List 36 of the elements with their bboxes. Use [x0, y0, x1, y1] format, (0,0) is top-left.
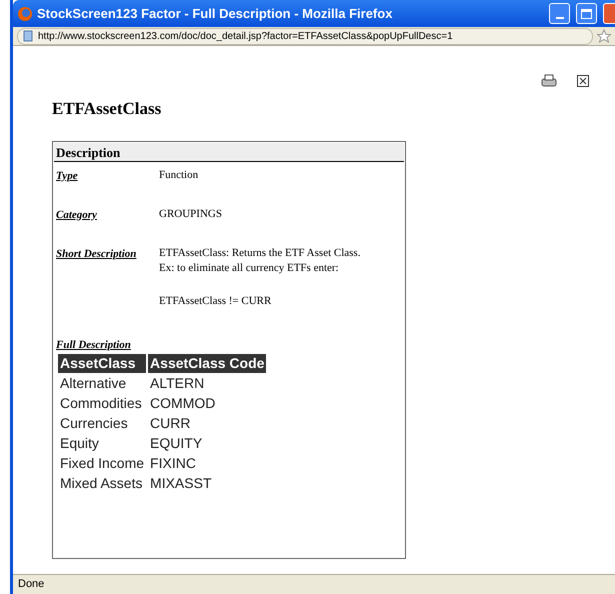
- close-icon[interactable]: [577, 75, 589, 87]
- field-label: Category: [56, 208, 98, 222]
- field-value: Function: [159, 168, 198, 182]
- address-field[interactable]: http://www.stockscreen123.com/doc/doc_detail.jsp?factor=ETFAssetClass&popUpFullDesc=1: [17, 28, 593, 44]
- page-icon: [22, 30, 34, 42]
- table-cell-text: EQUITY: [149, 434, 204, 453]
- field-label: Full Description: [55, 338, 132, 352]
- field-label: Type: [56, 168, 79, 184]
- close-button[interactable]: [603, 3, 615, 24]
- field-label: Short Description: [56, 246, 138, 262]
- table-cell-text: CURR: [149, 414, 192, 433]
- minimize-button[interactable]: [549, 3, 570, 24]
- maximize-button[interactable]: [576, 3, 597, 24]
- table-cell-text: FIXINC: [149, 454, 197, 473]
- section-header: Description: [54, 142, 404, 162]
- field-value: ETFAssetClass: Returns the ETF Asset Class.: [159, 246, 360, 260]
- table-cell-text: ALTERN: [149, 374, 206, 393]
- table-cell-text: MIXASST: [149, 474, 213, 493]
- table-cell-text: COMMOD: [149, 394, 216, 413]
- browser-logo-icon: [17, 6, 33, 22]
- window-title: StockScreen123 Factor - Full Description - Mozilla Firefox: [37, 4, 394, 23]
- star-icon[interactable]: [597, 29, 611, 43]
- table-cell-text: Fixed Income: [59, 454, 146, 473]
- field-value: ETFAssetClass != CURR: [159, 294, 272, 308]
- field-value: Ex: to eliminate all currency ETFs enter:: [159, 260, 340, 276]
- table-cell-text: Equity: [59, 434, 100, 453]
- status-text: Done: [18, 577, 44, 592]
- table-cell-text: Mixed Assets: [59, 474, 144, 493]
- field-value: GROUPINGS: [159, 206, 222, 222]
- table-cell-text: Alternative: [59, 374, 128, 393]
- table-cell-text: Currencies: [59, 414, 129, 433]
- column-header: AssetClass: [58, 354, 146, 373]
- printer-icon[interactable]: [541, 74, 557, 88]
- page-heading: ETFAssetClass: [52, 98, 162, 120]
- table-cell-text: Commodities: [59, 394, 143, 413]
- column-header: AssetClass Code: [148, 354, 266, 373]
